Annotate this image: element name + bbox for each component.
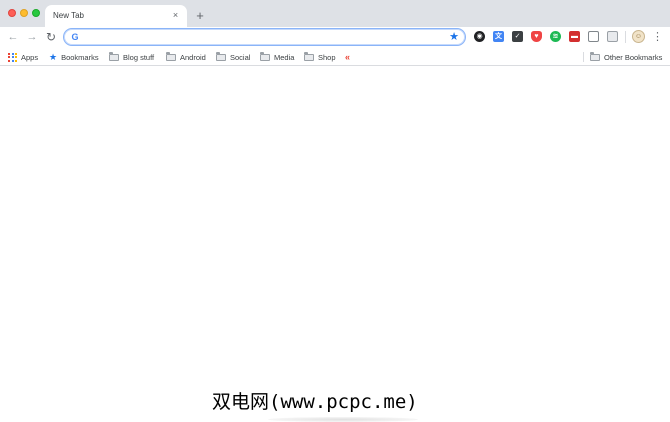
extension-7-icon[interactable]: [588, 31, 599, 42]
toolbar: ← → ↻ G ★ ◉ 文 ✓ ♥ ≋ ▬ ☺ ⋮: [0, 27, 670, 48]
extension-2-icon[interactable]: 文: [493, 31, 504, 42]
extension-1-icon[interactable]: ◉: [474, 31, 485, 42]
omnibox[interactable]: G ★: [63, 28, 466, 46]
folder-icon: [216, 51, 226, 61]
bookmark-label: Bookmarks: [61, 52, 99, 62]
bookmark-folder-media[interactable]: Media: [260, 51, 294, 63]
folder-icon: [166, 51, 176, 61]
tab-new-tab[interactable]: New Tab ×: [45, 5, 187, 27]
folder-icon: [304, 51, 314, 61]
apps-grid-icon: [8, 52, 17, 62]
bookmark-label: Blog stuff: [123, 52, 155, 62]
bookmark-folder-android[interactable]: Android: [166, 51, 206, 63]
bookmark-label: Media: [274, 52, 295, 62]
bookmark-folder-social[interactable]: Social: [216, 51, 250, 63]
bookmarks-divider: [583, 52, 584, 62]
bookmark-folder-other[interactable]: Other Bookmarks: [590, 51, 662, 63]
chevron-icon: «: [345, 52, 351, 62]
bookmark-apps[interactable]: Apps: [8, 51, 38, 63]
minimize-window-button[interactable]: [20, 9, 28, 17]
profile-avatar-icon[interactable]: ☺: [632, 30, 645, 43]
bookmark-label: Android: [180, 52, 206, 62]
shield-icon[interactable]: ♥: [531, 31, 542, 42]
folder-icon: [260, 51, 270, 61]
extension-6-icon[interactable]: ▬: [569, 31, 580, 42]
tab-title: New Tab: [53, 11, 84, 20]
bookmark-label: Shop: [318, 52, 336, 62]
watermark-text: 双电网(www.pcpc.me): [212, 391, 418, 413]
back-arrow-icon[interactable]: ←: [5, 29, 21, 45]
reload-icon[interactable]: ↻: [43, 29, 59, 45]
bookmarks-bar: Apps ★ Bookmarks Blog stuff Android Soci…: [0, 48, 670, 66]
bookmark-label: Apps: [21, 52, 39, 62]
tab-close-icon[interactable]: ×: [170, 10, 181, 21]
bookmark-label: Social: [230, 52, 251, 62]
spotify-icon[interactable]: ≋: [550, 31, 561, 42]
bookmark-label: Other Bookmarks: [604, 52, 663, 62]
new-tab-button[interactable]: +: [193, 9, 207, 23]
star-icon: ★: [49, 51, 58, 62]
bookmark-chevron-link[interactable]: «: [345, 51, 350, 63]
forward-arrow-icon[interactable]: →: [24, 29, 40, 45]
zoom-window-button[interactable]: [32, 9, 40, 17]
tab-strip: New Tab × +: [0, 0, 670, 27]
bookmark-folder-shop[interactable]: Shop: [304, 51, 336, 63]
toolbar-divider: [625, 31, 626, 43]
extension-8-icon[interactable]: [607, 31, 618, 42]
address-input[interactable]: [86, 31, 436, 43]
page-content: 双电网(www.pcpc.me): [0, 67, 670, 422]
close-window-button[interactable]: [8, 9, 16, 17]
bookmark-folder-blog-stuff[interactable]: Blog stuff: [109, 51, 154, 63]
browser-window: New Tab × + ← → ↻ G ★ ◉ 文 ✓ ♥ ≋ ▬ ☺ ⋮ Ap…: [0, 0, 670, 422]
google-search-icon: G: [71, 32, 79, 42]
menu-kebab-icon[interactable]: ⋮: [652, 30, 663, 44]
folder-icon: [109, 51, 119, 61]
folder-icon: [590, 51, 600, 61]
bookmark-star-icon[interactable]: ★: [448, 30, 460, 44]
watermark-shadow: [268, 417, 418, 422]
pocket-icon[interactable]: ✓: [512, 31, 523, 42]
bookmark-bookmarks[interactable]: ★ Bookmarks: [49, 51, 99, 63]
